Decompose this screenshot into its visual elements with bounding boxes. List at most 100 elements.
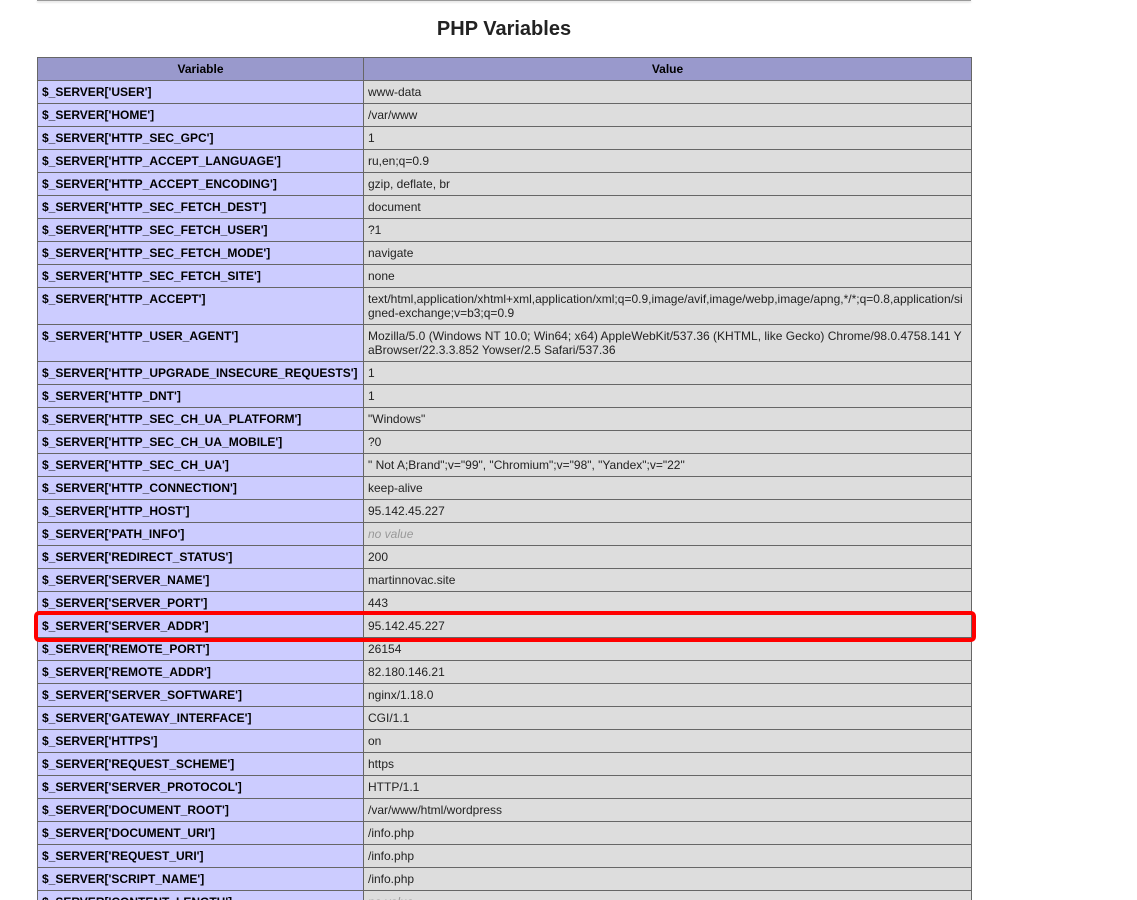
variable-name-cell: $_SERVER['HTTP_DNT'] — [37, 384, 364, 408]
variable-name-cell: $_SERVER['DOCUMENT_URI'] — [37, 821, 364, 845]
variable-name-cell: $_SERVER['SERVER_PROTOCOL'] — [37, 775, 364, 799]
table-row: $_SERVER['DOCUMENT_ROOT']/var/www/html/w… — [37, 798, 972, 822]
variable-value-cell: 26154 — [363, 637, 972, 661]
table-row: $_SERVER['HTTP_ACCEPT_ENCODING'] gzip, de… — [37, 172, 972, 196]
variable-value-cell: none — [363, 264, 972, 288]
variable-name-cell: $_SERVER['HTTP_SEC_GPC'] — [37, 126, 364, 150]
variable-name-cell: $_SERVER['REMOTE_PORT'] — [37, 637, 364, 661]
variable-value-cell: 1 — [363, 361, 972, 385]
variable-value-cell: document — [363, 195, 972, 219]
variable-name-cell: $_SERVER['GATEWAY_INTERFACE'] — [37, 706, 364, 730]
table-row: $_SERVER['CONTENT_LENGTH']no value — [37, 890, 972, 900]
variable-name-cell: $_SERVER['SCRIPT_NAME'] — [37, 867, 364, 891]
variable-value-cell: ru,en;q=0.9 — [363, 149, 972, 173]
column-header-value: Value — [363, 57, 972, 81]
top-divider — [37, 0, 971, 1]
table-row: $_SERVER['HOME']/var/www — [37, 103, 972, 127]
table-row-highlighted: $_SERVER['SERVER_ADDR'] 95.142.45.227 — [37, 614, 972, 638]
table-row: $_SERVER['HTTP_SEC_CH_UA_MOBILE'] ?0 — [37, 430, 972, 454]
table-row: $_SERVER['HTTP_ACCEPT'] text/html,applica… — [37, 287, 972, 325]
variable-name-cell: $_SERVER['HTTP_ACCEPT_LANGUAGE'] — [37, 149, 364, 173]
variable-value-cell: 95.142.45.227 — [363, 499, 972, 523]
variable-value-cell: 200 — [363, 545, 972, 569]
variable-value-cell: ?0 — [363, 430, 972, 454]
variable-name-cell: $_SERVER['REMOTE_ADDR'] — [37, 660, 364, 684]
variable-name-cell: $_SERVER['DOCUMENT_ROOT'] — [37, 798, 364, 822]
variable-name-cell: $_SERVER['SERVER_SOFTWARE'] — [37, 683, 364, 707]
phpinfo-page: PHP Variables Variable Value $_SERVER['U… — [0, 0, 1137, 900]
variable-value-cell: 82.180.146.21 — [363, 660, 972, 684]
variable-value-cell: 95.142.45.227 — [363, 614, 972, 638]
no-value-text: no value — [368, 895, 413, 900]
variable-value-cell: ?1 — [363, 218, 972, 242]
variable-value-cell: /var/www/html/wordpress — [363, 798, 972, 822]
table-row: $_SERVER['HTTP_USER_AGENT'] Mozilla/5.0 (… — [37, 324, 972, 362]
table-row: $_SERVER['REQUEST_URI']/info.php — [37, 844, 972, 868]
variable-value-cell: /info.php — [363, 821, 972, 845]
variable-name-cell: $_SERVER['HOME'] — [37, 103, 364, 127]
variable-name-cell: $_SERVER['HTTP_SEC_FETCH_USER'] — [37, 218, 364, 242]
table-row: $_SERVER['REMOTE_ADDR'] 82.180.146.21 — [37, 660, 972, 684]
table-row: $_SERVER['REDIRECT_STATUS'] 200 — [37, 545, 972, 569]
variable-name-cell: $_SERVER['SERVER_NAME'] — [37, 568, 364, 592]
table-row: $_SERVER['HTTPS'] on — [37, 729, 972, 753]
table-body: $_SERVER['USER'] www-data $_SERVER['HOME']… — [37, 80, 972, 900]
table-row: $_SERVER['HTTP_SEC_FETCH_SITE'] none — [37, 264, 972, 288]
variable-value-cell: on — [363, 729, 972, 753]
variable-value-cell: no value — [363, 890, 972, 900]
table-row: $_SERVER['HTTP_SEC_CH_UA'] " Not A;Brand"… — [37, 453, 972, 477]
variable-value-cell: text/html,application/xhtml+xml,applicat… — [363, 287, 972, 325]
column-header-variable: Variable — [37, 57, 364, 81]
table-row: $_SERVER['SCRIPT_NAME']/info.php — [37, 867, 972, 891]
variable-name-cell: $_SERVER['HTTP_SEC_FETCH_MODE'] — [37, 241, 364, 265]
variable-name-cell: $_SERVER['SERVER_PORT'] — [37, 591, 364, 615]
table-row: $_SERVER['SERVER_SOFTWARE'] nginx/1.18.0 — [37, 683, 972, 707]
table-row: $_SERVER['USER'] www-data — [37, 80, 972, 104]
table-row: $_SERVER['HTTP_DNT'] 1 — [37, 384, 972, 408]
variable-name-cell: $_SERVER['CONTENT_LENGTH'] — [37, 890, 364, 900]
variable-name-cell: $_SERVER['HTTPS'] — [37, 729, 364, 753]
table-row: $_SERVER['GATEWAY_INTERFACE'] CGI/1.1 — [37, 706, 972, 730]
variable-value-cell: 1 — [363, 384, 972, 408]
table-row: $_SERVER['PATH_INFO'] no value — [37, 522, 972, 546]
variable-name-cell: $_SERVER['HTTP_ACCEPT'] — [37, 287, 364, 325]
table-row: $_SERVER['HTTP_SEC_FETCH_DEST'] document — [37, 195, 972, 219]
table-header-row: Variable Value — [37, 57, 972, 81]
variable-value-cell: https — [363, 752, 972, 776]
table-row: $_SERVER['HTTP_SEC_FETCH_MODE'] navigate — [37, 241, 972, 265]
table-row: $_SERVER['HTTP_SEC_GPC'] 1 — [37, 126, 972, 150]
table-row: $_SERVER['HTTP_UPGRADE_INSECURE_REQUESTS… — [37, 361, 972, 385]
variable-value-cell: "Windows" — [363, 407, 972, 431]
variable-value-cell: " Not A;Brand";v="99", "Chromium";v="98"… — [363, 453, 972, 477]
table-row: $_SERVER['HTTP_SEC_FETCH_USER'] ?1 — [37, 218, 972, 242]
table-row: $_SERVER['REQUEST_SCHEME'] https — [37, 752, 972, 776]
table-row: $_SERVER['HTTP_SEC_CH_UA_PLATFORM'] "Wind… — [37, 407, 972, 431]
variable-name-cell: $_SERVER['HTTP_SEC_FETCH_DEST'] — [37, 195, 364, 219]
no-value-text: no value — [368, 527, 414, 541]
variable-value-cell: HTTP/1.1 — [363, 775, 972, 799]
variable-name-cell: $_SERVER['HTTP_UPGRADE_INSECURE_REQUESTS… — [37, 361, 364, 385]
variable-name-cell: $_SERVER['PATH_INFO'] — [37, 522, 364, 546]
variable-value-cell: no value — [363, 522, 972, 546]
variable-value-cell: www-data — [363, 80, 972, 104]
variable-value-cell: martinnovac.site — [363, 568, 972, 592]
variable-name-cell: $_SERVER['HTTP_SEC_FETCH_SITE'] — [37, 264, 364, 288]
page-title: PHP Variables — [436, 18, 572, 40]
table-row: $_SERVER['REMOTE_PORT'] 26154 — [37, 637, 972, 661]
table-row: $_SERVER['DOCUMENT_URI']/info.php — [37, 821, 972, 845]
table-row: $_SERVER['HTTP_ACCEPT_LANGUAGE'] ru,en;q=… — [37, 149, 972, 173]
variable-value-cell: 443 — [363, 591, 972, 615]
variable-name-cell: $_SERVER['REQUEST_SCHEME'] — [37, 752, 364, 776]
variable-name-cell: $_SERVER['HTTP_HOST'] — [37, 499, 364, 523]
variable-value-cell: /var/www — [363, 103, 972, 127]
table-row: $_SERVER['SERVER_PROTOCOL'] HTTP/1.1 — [37, 775, 972, 799]
variable-name-cell: $_SERVER['REQUEST_URI'] — [37, 844, 364, 868]
table-row: $_SERVER['SERVER_PORT'] 443 — [37, 591, 972, 615]
variable-value-cell: gzip, deflate, br — [363, 172, 972, 196]
variable-name-cell: $_SERVER['HTTP_SEC_CH_UA_PLATFORM'] — [37, 407, 364, 431]
table-row: $_SERVER['HTTP_CONNECTION'] keep-alive — [37, 476, 972, 500]
variable-value-cell: CGI/1.1 — [363, 706, 972, 730]
variable-value-cell: /info.php — [363, 867, 972, 891]
variable-name-cell: $_SERVER['HTTP_CONNECTION'] — [37, 476, 364, 500]
variable-name-cell: $_SERVER['HTTP_USER_AGENT'] — [37, 324, 364, 362]
